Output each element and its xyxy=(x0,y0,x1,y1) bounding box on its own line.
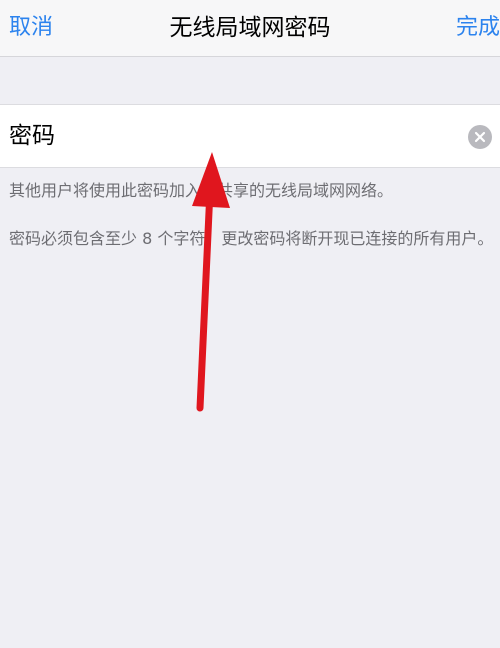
done-button[interactable]: 完成 xyxy=(456,0,500,56)
red-arrow-annotation xyxy=(192,152,230,412)
navigation-bar: 无线局域网密码 取消 完成 xyxy=(0,0,500,57)
password-requirement-note: 密码必须包含至少 8 个字符。更改密码将断开现已连接的所有用户。 xyxy=(9,229,494,248)
cancel-button[interactable]: 取消 xyxy=(9,0,53,56)
password-field-row xyxy=(0,104,500,168)
password-input[interactable] xyxy=(9,105,449,167)
page-title: 无线局域网密码 xyxy=(169,15,331,41)
clear-icon[interactable] xyxy=(468,125,492,149)
sharing-note: 其他用户将使用此密码加入您共享的无线局域网网络。 xyxy=(9,181,394,200)
